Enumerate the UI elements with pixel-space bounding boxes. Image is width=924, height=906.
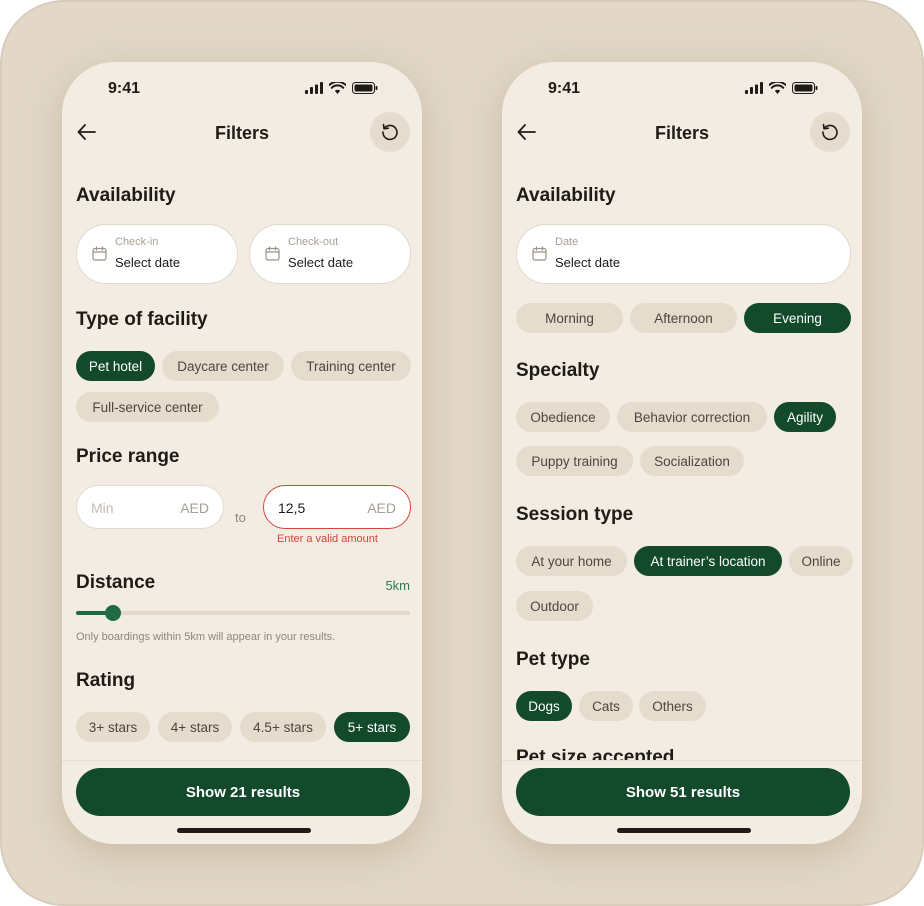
checkin-value: Select date xyxy=(115,255,181,270)
status-bar: 9:41 xyxy=(502,76,862,100)
battery-icon xyxy=(792,82,818,94)
checkin-field[interactable]: Check-in Select date xyxy=(76,224,238,284)
chip-dogs[interactable]: Dogs xyxy=(516,691,572,721)
pet-type-title: Pet type xyxy=(516,649,590,670)
chip-pet-hotel[interactable]: Pet hotel xyxy=(76,351,155,381)
chip-5-stars[interactable]: 5+ stars xyxy=(334,712,410,742)
home-indicator xyxy=(177,828,311,833)
chip-online[interactable]: Online xyxy=(789,546,853,576)
chip-morning[interactable]: Morning xyxy=(516,303,623,333)
price-max-value: 12,5 xyxy=(278,500,306,516)
page-title: Filters xyxy=(654,123,710,143)
home-indicator xyxy=(617,828,751,833)
nav-bar: Filters xyxy=(62,112,422,156)
footer: Show 51 results xyxy=(502,760,862,844)
chip-daycare-center[interactable]: Daycare center xyxy=(162,351,284,381)
cellular-signal-icon xyxy=(305,82,323,94)
distance-title: Distance xyxy=(76,572,156,593)
footer: Show 21 results xyxy=(62,760,422,844)
chip-behavior-correction[interactable]: Behavior correction xyxy=(617,402,767,432)
status-time: 9:41 xyxy=(548,80,581,97)
chip-training-center[interactable]: Training center xyxy=(291,351,411,381)
specialty-title: Specialty xyxy=(516,360,600,381)
cellular-signal-icon xyxy=(745,82,763,94)
chip-3-stars[interactable]: 3+ stars xyxy=(76,712,150,742)
date-field[interactable]: Date Select date xyxy=(516,224,851,284)
page-title: Filters xyxy=(214,123,270,143)
chip-agility[interactable]: Agility xyxy=(774,402,836,432)
price-min-currency: AED xyxy=(180,500,209,516)
reset-icon xyxy=(822,123,838,141)
date-value: Select date xyxy=(555,255,621,270)
session-type-title: Session type xyxy=(516,504,634,525)
chip-cats[interactable]: Cats xyxy=(579,691,633,721)
checkout-field[interactable]: Check-out Select date xyxy=(249,224,411,284)
chip-at-trainers-location[interactable]: At trainer’s location xyxy=(634,546,782,576)
price-min-input[interactable]: Min AED xyxy=(76,485,224,529)
calendar-icon xyxy=(265,246,280,261)
wifi-icon xyxy=(329,82,346,94)
price-max-input[interactable]: 12,5 AED xyxy=(263,485,411,529)
chip-evening[interactable]: Evening xyxy=(744,303,851,333)
reset-button[interactable] xyxy=(810,112,850,152)
price-title: Price range xyxy=(76,446,180,467)
chip-at-your-home[interactable]: At your home xyxy=(516,546,627,576)
price-max-currency: AED xyxy=(367,500,396,516)
status-bar: 9:41 xyxy=(62,76,422,100)
chip-puppy-training[interactable]: Puppy training xyxy=(516,446,633,476)
nav-bar: Filters xyxy=(502,112,862,156)
chip-afternoon[interactable]: Afternoon xyxy=(630,303,737,333)
price-to-label: to xyxy=(235,510,246,525)
chip-full-service-center[interactable]: Full-service center xyxy=(76,392,219,422)
status-icons xyxy=(305,82,378,94)
distance-slider-thumb[interactable] xyxy=(104,605,121,621)
phone-screen-hotel-filters: 9:41 Filters Availability Check-in Selec… xyxy=(62,62,422,844)
rating-title: Rating xyxy=(76,670,136,691)
availability-title: Availability xyxy=(76,185,176,206)
checkin-label: Check-in xyxy=(115,236,159,248)
battery-icon xyxy=(352,82,378,94)
price-error-message: Enter a valid amount xyxy=(277,533,378,545)
checkout-label: Check-out xyxy=(288,236,339,248)
wifi-icon xyxy=(769,82,786,94)
reset-icon xyxy=(382,123,398,141)
distance-slider[interactable] xyxy=(76,605,410,621)
price-min-placeholder: Min xyxy=(91,500,114,516)
checkout-value: Select date xyxy=(288,255,354,270)
distance-note: Only boardings within 5km will appear in… xyxy=(76,631,336,643)
facility-title: Type of facility xyxy=(76,309,208,330)
status-time: 9:41 xyxy=(108,80,141,97)
calendar-icon xyxy=(92,246,107,261)
availability-title: Availability xyxy=(516,185,616,206)
chip-4-5-stars[interactable]: 4.5+ stars xyxy=(240,712,326,742)
reset-button[interactable] xyxy=(370,112,410,152)
chip-obedience[interactable]: Obedience xyxy=(516,402,610,432)
phone-screen-trainer-filters: 9:41 Filters Availability Date Select da… xyxy=(502,62,862,844)
status-icons xyxy=(745,82,818,94)
distance-value: 5km xyxy=(385,578,410,593)
show-results-button[interactable]: Show 21 results xyxy=(76,768,410,816)
show-results-button[interactable]: Show 51 results xyxy=(516,768,850,816)
chip-others[interactable]: Others xyxy=(639,691,706,721)
chip-4-stars[interactable]: 4+ stars xyxy=(158,712,232,742)
date-label: Date xyxy=(555,236,579,248)
calendar-icon xyxy=(532,246,547,261)
chip-outdoor[interactable]: Outdoor xyxy=(516,591,593,621)
chip-socialization[interactable]: Socialization xyxy=(640,446,744,476)
